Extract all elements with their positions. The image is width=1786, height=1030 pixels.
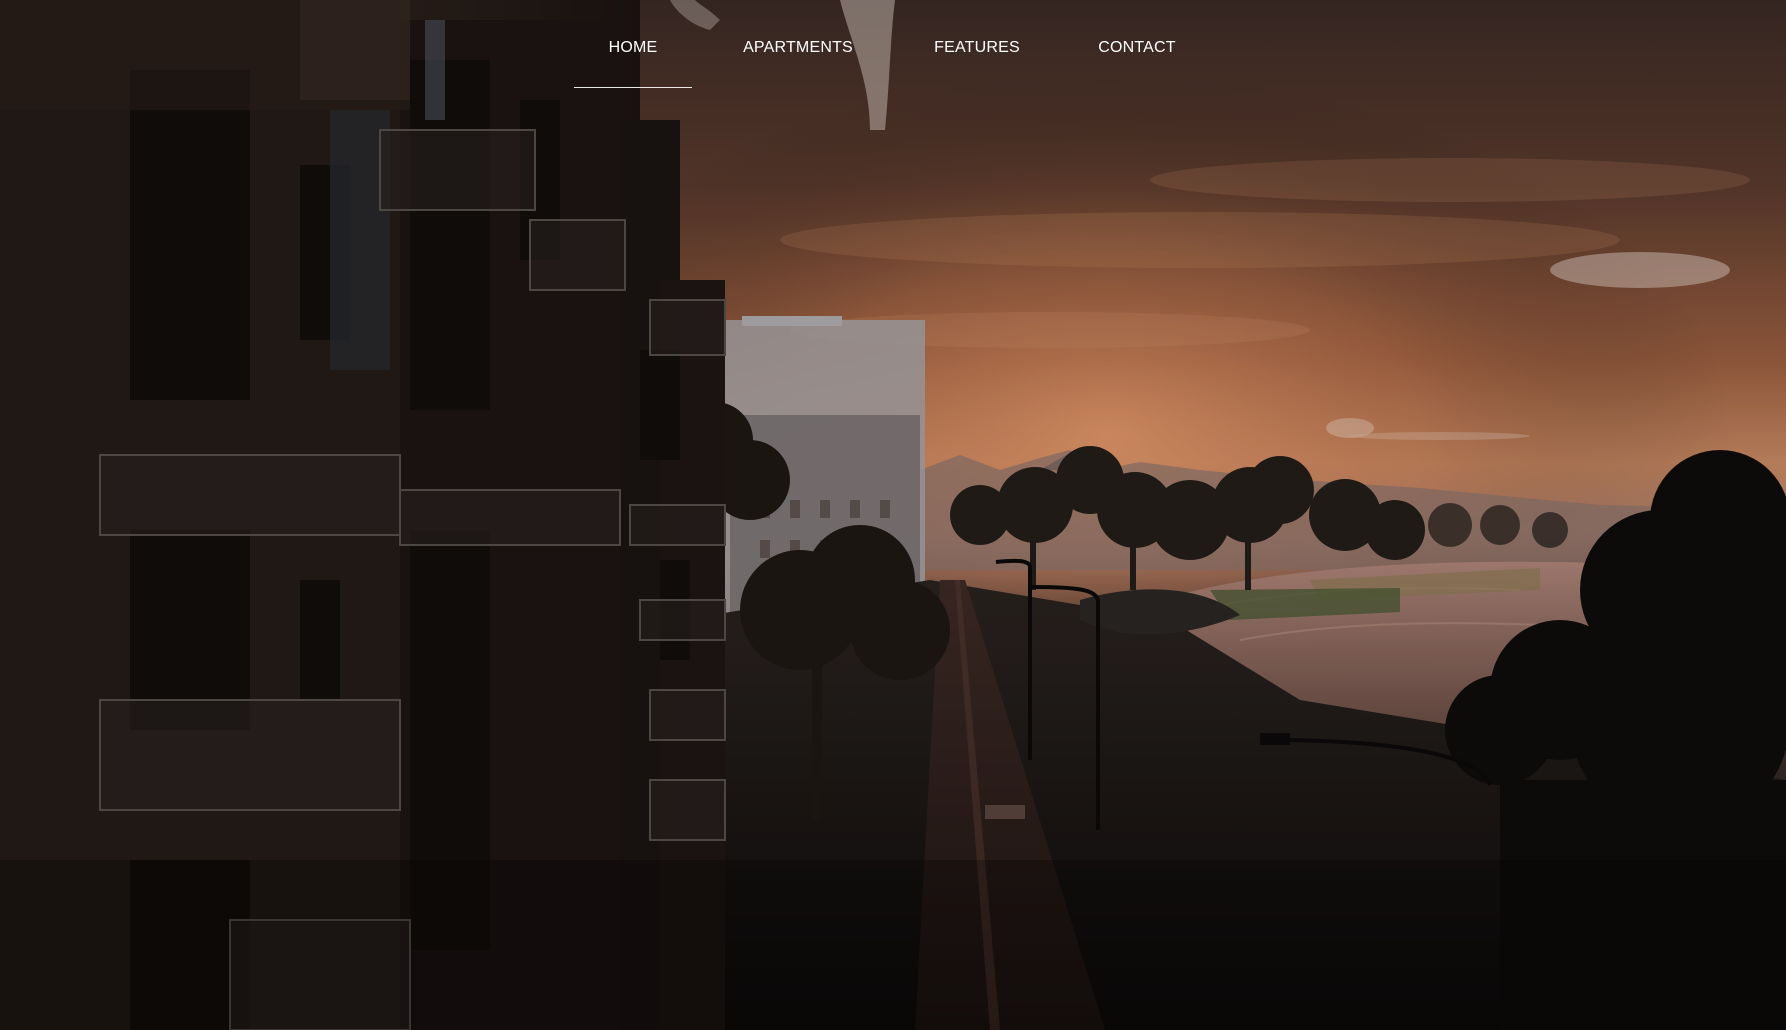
- main-navigation: HOME APARTMENTS FEATURES CONTACT: [0, 0, 1786, 100]
- nav-link-contact[interactable]: CONTACT: [1090, 34, 1184, 92]
- nav-link-home[interactable]: HOME: [574, 34, 692, 92]
- nav-link-features-label: FEATURES: [934, 39, 1020, 56]
- nav-link-apartments[interactable]: APARTMENTS: [738, 34, 858, 92]
- nav-link-home-label: HOME: [608, 39, 658, 56]
- nav-link-apartments-label: APARTMENTS: [743, 39, 853, 56]
- hero-background-image: [0, 0, 1786, 1030]
- hero-scene: HOME APARTMENTS FEATURES CONTACT: [0, 0, 1786, 1030]
- nav-link-features[interactable]: FEATURES: [922, 34, 1032, 92]
- nav-link-contact-label: CONTACT: [1098, 39, 1176, 56]
